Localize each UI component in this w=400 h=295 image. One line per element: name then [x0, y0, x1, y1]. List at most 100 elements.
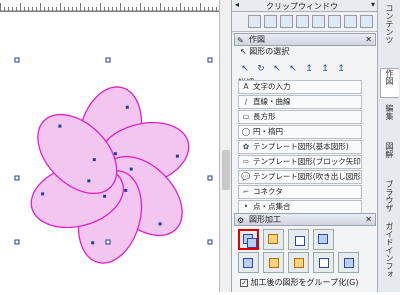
tool-list-item[interactable]: ∕ 直線・曲線	[238, 95, 362, 109]
node-handle[interactable]	[103, 194, 107, 198]
vertical-scrollbar[interactable]	[219, 0, 231, 292]
node-select-icon[interactable]: ↖	[270, 62, 284, 76]
right-tab[interactable]: 図解	[380, 142, 399, 176]
rectangle-icon: ▭	[242, 112, 250, 121]
bbox-handle[interactable]	[207, 239, 213, 245]
clip-window-title: クリップウィンドウ	[266, 2, 338, 11]
section-header-kakou[interactable]: ⚙ 図形加工 ✕	[234, 213, 376, 226]
op7-icon	[294, 258, 304, 268]
clip-tool-4-icon[interactable]	[296, 15, 309, 28]
exclude-button[interactable]	[313, 229, 334, 250]
select-arrow-icon[interactable]: ↖	[238, 62, 252, 76]
right-tab[interactable]: コンテンツ	[380, 4, 399, 56]
flower-shape[interactable]	[0, 12, 219, 292]
clip-tool-2-icon[interactable]	[264, 15, 277, 28]
node-add-icon[interactable]: ↖	[286, 62, 300, 76]
settings-icon: ⚙	[237, 216, 245, 225]
group-checkbox[interactable]: ✓	[240, 278, 248, 287]
right-tab[interactable]: 編集	[380, 104, 399, 138]
scroll-thumb[interactable]	[222, 150, 230, 190]
subtract-button[interactable]	[263, 229, 284, 250]
bbox-handle[interactable]	[14, 175, 20, 181]
tool-list-label: 点・点集合	[253, 202, 291, 211]
bbox-handle[interactable]	[14, 57, 20, 63]
clip-tool-8-icon[interactable]	[360, 15, 373, 28]
op6-icon	[269, 258, 279, 268]
ellipse-icon: ◯	[241, 127, 251, 136]
dropdown-icon[interactable]: ▾	[371, 0, 375, 9]
clip-tool-3-icon[interactable]	[280, 15, 293, 28]
tool-list-label: 長方形	[253, 112, 276, 121]
edit-point-icon[interactable]: ↥	[302, 62, 316, 76]
tool-list-item[interactable]: ⌐ コネクタ	[238, 185, 362, 199]
clip-tool-5-icon[interactable]	[312, 15, 325, 28]
section-title: 図形加工	[249, 215, 281, 224]
node-handle[interactable]	[58, 124, 62, 128]
select-shape-heading: ↖ 図形の選択	[240, 47, 290, 56]
tool-list-item[interactable]: A 文字の入力	[238, 80, 362, 94]
draw-tool-list: A 文字の入力 ∕ 直線・曲線 ▭ 長方形 ◯ 円・楕円 ✿ テンプレート図形(基本図形) ⇨ テンプ…	[238, 80, 362, 215]
union-button[interactable]	[238, 229, 259, 250]
op-button-8[interactable]	[313, 252, 334, 273]
tool-list-label: 円・楕円	[253, 127, 283, 136]
exclude-icon	[318, 234, 328, 244]
edit-point-2-icon[interactable]: ↥	[318, 62, 332, 76]
node-handle[interactable]	[125, 105, 129, 109]
node-handle[interactable]	[124, 188, 128, 192]
right-tab-strip: コンテンツ作図編集図解ブラウザガイドインフォ	[377, 0, 400, 292]
bbox-handle[interactable]	[105, 57, 111, 63]
node-handle[interactable]	[175, 154, 179, 158]
clip-tool-1-icon[interactable]	[248, 15, 261, 28]
right-tab[interactable]: ブラウザ	[380, 180, 399, 220]
op-button-7[interactable]	[288, 252, 309, 273]
tool-list-item[interactable]: • 点・点集合	[238, 200, 362, 214]
bbox-handle[interactable]	[14, 239, 20, 245]
point-icon: •	[243, 202, 249, 211]
bbox-handle[interactable]	[105, 239, 111, 245]
node-handle[interactable]	[113, 152, 117, 156]
node-handle[interactable]	[158, 222, 162, 226]
tool-list-item[interactable]: ◯ 円・楕円	[238, 125, 362, 139]
ruler-ticks	[0, 3, 219, 12]
tool-list-item[interactable]: ▭ 長方形	[238, 110, 362, 124]
op-button-5[interactable]	[238, 252, 259, 273]
right-tab[interactable]: 作図	[380, 68, 399, 98]
right-tab[interactable]: ガイドインフォ	[380, 222, 399, 286]
template-arrow-icon: ⇨	[242, 157, 250, 166]
intersect-button[interactable]	[288, 229, 309, 250]
bbox-handle[interactable]	[207, 175, 213, 181]
template-basic-icon: ✿	[242, 142, 250, 151]
drawing-canvas[interactable]	[0, 12, 219, 292]
node-handle[interactable]	[92, 158, 96, 162]
tool-list-item[interactable]: ✿ テンプレート図形(基本図形)	[238, 140, 362, 154]
arrow-icon: ↖	[240, 47, 247, 56]
template-balloon-icon: 💬	[241, 172, 251, 181]
tool-list-label: 直線・曲線	[253, 97, 291, 106]
rotate-icon[interactable]: ↻	[254, 62, 268, 76]
node-handle[interactable]	[87, 179, 91, 183]
clip-tool-7-icon[interactable]	[344, 15, 357, 28]
edit-point-3-icon[interactable]: ↥	[334, 62, 348, 76]
connector-icon: ⌐	[242, 187, 250, 196]
op-button-9[interactable]	[338, 252, 359, 273]
close-icon[interactable]: ✕	[365, 34, 372, 45]
clip-window-bar: ◂ クリップウィンドウ ▾	[232, 0, 378, 12]
node-handle[interactable]	[129, 167, 133, 171]
clip-tool-6-icon[interactable]	[328, 15, 341, 28]
tool-list-label: コネクタ	[253, 187, 283, 196]
op8-icon	[319, 258, 329, 268]
clip-toolbar	[232, 12, 378, 32]
tool-list-item[interactable]: ⇨ テンプレート図形(ブロック矢印)	[238, 155, 362, 169]
menu-arrow-icon[interactable]: ◂	[235, 0, 239, 9]
pencil-icon: ✎	[237, 36, 244, 45]
tool-list-label: テンプレート図形(基本図形)	[253, 142, 349, 151]
select-tools-row: ↖↻↖↖↥↥↥ 詳細	[238, 62, 366, 87]
close-icon[interactable]: ✕	[365, 214, 372, 225]
group-option[interactable]: ✓ 加工後の図形をグループ化(G)	[240, 277, 359, 288]
section-header-sakuzu[interactable]: ✎ 作図 ✕	[234, 33, 376, 46]
node-handle[interactable]	[41, 192, 45, 196]
tool-list-item[interactable]: 💬 テンプレート図形(吹き出し図形)	[238, 170, 362, 184]
op-button-6[interactable]	[263, 252, 284, 273]
node-handle[interactable]	[91, 241, 95, 245]
bbox-handle[interactable]	[207, 57, 213, 63]
